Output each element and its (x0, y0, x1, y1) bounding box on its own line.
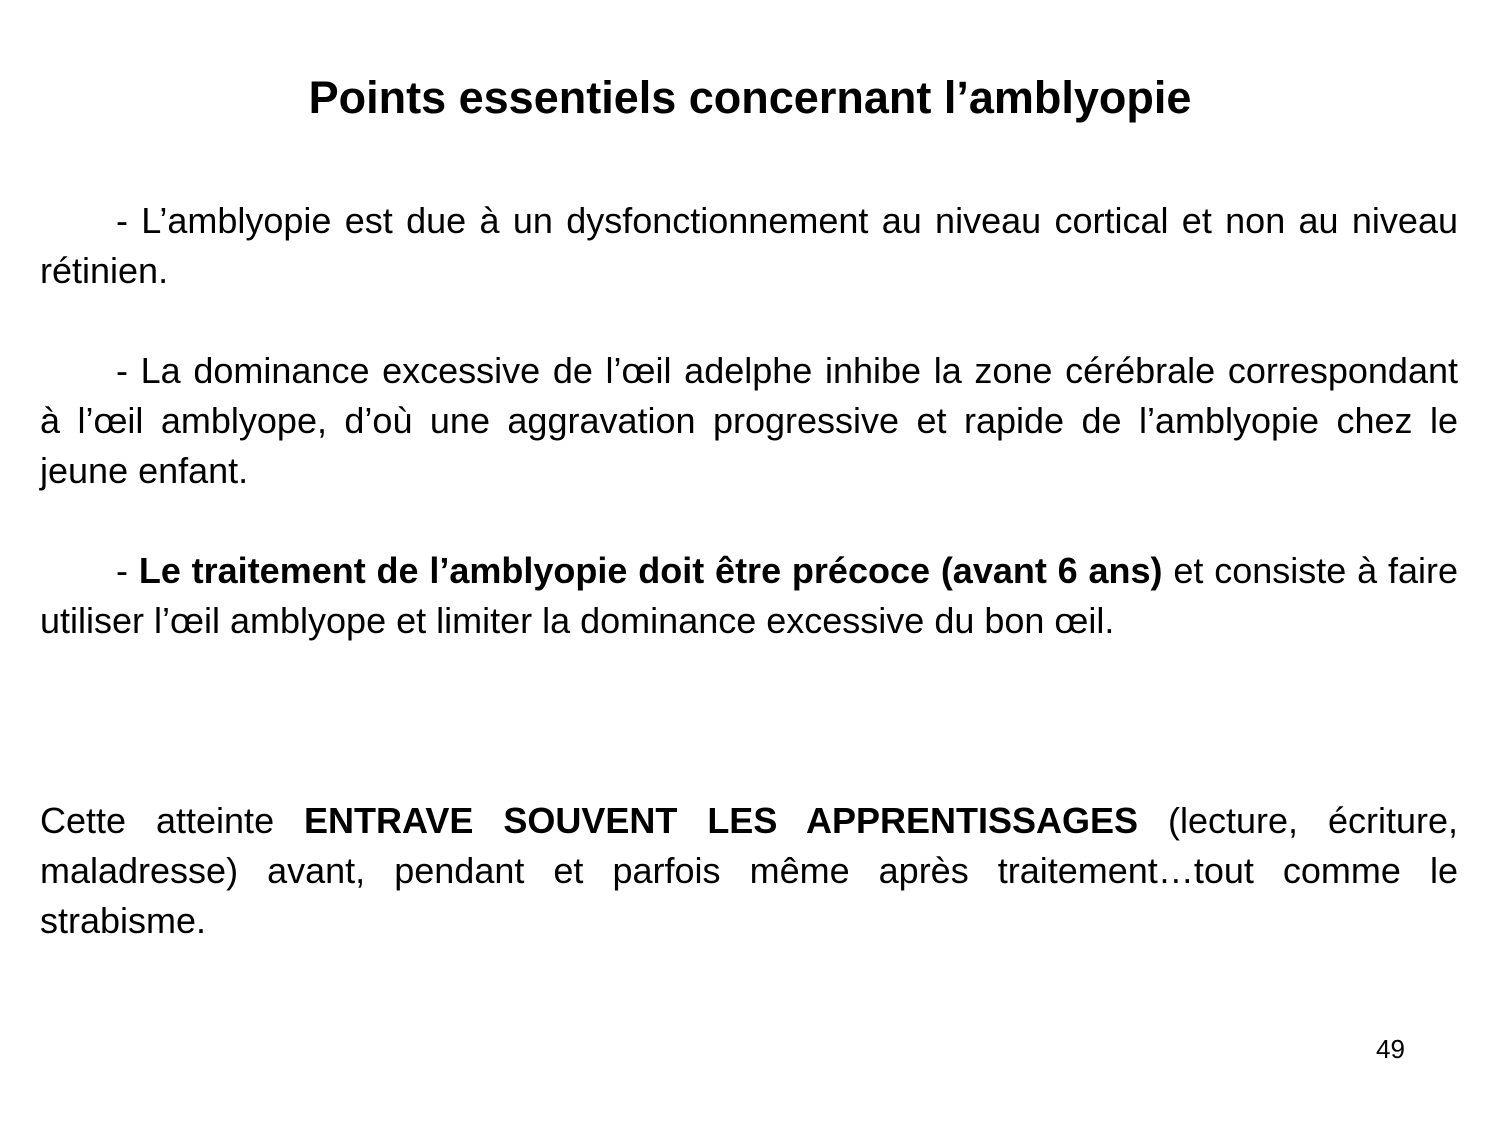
page-number: 49 (1376, 1034, 1405, 1064)
paragraph-learning-impact: Cette atteinte ENTRAVE SOUVENT LES APPRE… (40, 796, 1458, 946)
paragraph-text: - La dominance excessive de l’œil adelph… (40, 350, 1458, 491)
paragraph-prefix: Cette atteinte (40, 800, 305, 841)
paragraph-prefix: - (116, 550, 139, 591)
paragraph-emphasis: Le traitement de l’amblyopie doit être p… (138, 550, 1163, 591)
paragraph-early-treatment: - Le traitement de l’amblyopie doit être… (40, 546, 1458, 646)
paragraph-emphasis: ENTRAVE SOUVENT LES APPRENTISSAGES (304, 800, 1139, 841)
slide-title: Points essentiels concernant l’amblyopie (308, 72, 1192, 123)
paragraph-text: - L’amblyopie est due à un dysfonctionne… (40, 200, 1458, 291)
paragraph-cortical-dysfunction: - L’amblyopie est due à un dysfonctionne… (40, 196, 1458, 296)
paragraph-eye-dominance: - La dominance excessive de l’œil adelph… (40, 346, 1458, 496)
